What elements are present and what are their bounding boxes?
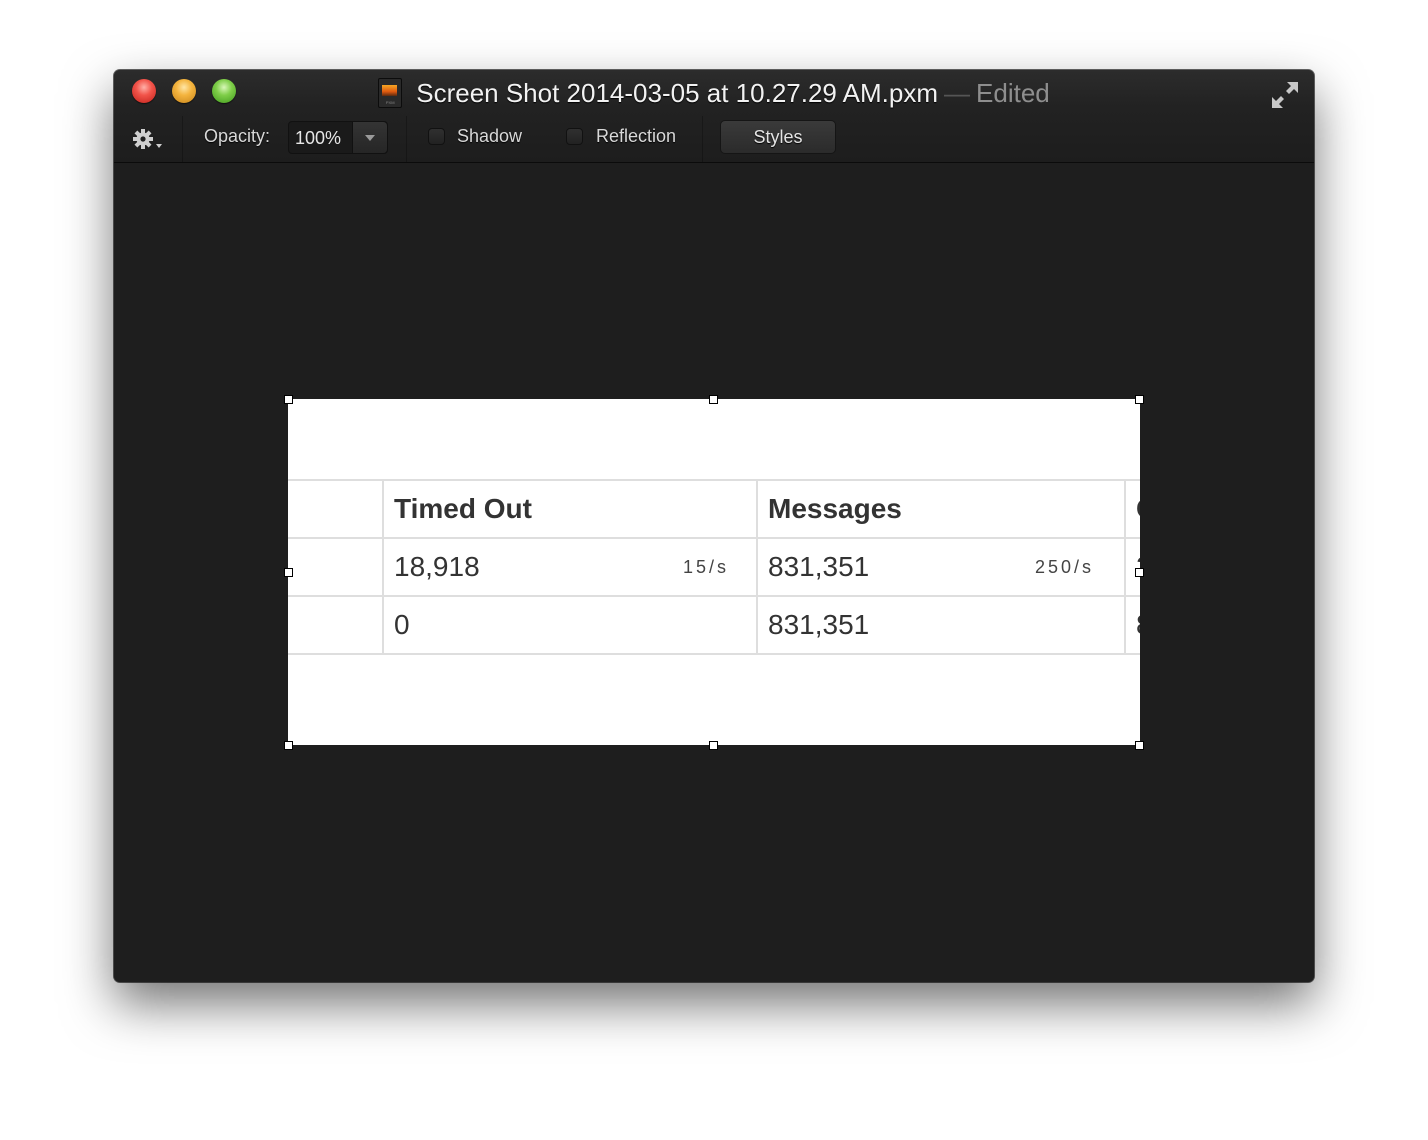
image-thumbnail-icon: [382, 85, 398, 96]
fullscreen-button[interactable]: [1270, 80, 1300, 110]
timed-out-rate: 15/s: [683, 557, 730, 577]
column-header-clipped: C: [1136, 481, 1140, 537]
opacity-combobox[interactable]: 100%: [288, 121, 388, 154]
document-proxy-icon[interactable]: PXM: [378, 78, 403, 108]
toolbar-divider: [182, 116, 183, 162]
column-divider: [1124, 539, 1126, 595]
toolbar: Opacity: 100% Shadow Reflection Styles: [114, 116, 1314, 162]
window-title: PXM Screen Shot 2014-03-05 at 10.27.29 A…: [114, 76, 1314, 110]
opacity-dropdown-arrow-icon[interactable]: [352, 122, 387, 153]
column-divider: [756, 597, 758, 653]
title-separator: —: [944, 78, 971, 108]
resize-handle-bottom-right[interactable]: [1135, 741, 1144, 750]
timed-out-value: 18,918: [394, 551, 480, 582]
toolbar-divider: [702, 116, 703, 162]
resize-handle-top[interactable]: [709, 395, 718, 404]
document-title: Screen Shot 2014-03-05 at 10.27.29 AM.px…: [416, 78, 939, 108]
column-header-timed-out: Timed Out: [394, 493, 532, 524]
edited-status[interactable]: Edited: [976, 78, 1050, 108]
messages-value: 831,351: [768, 609, 870, 640]
document-canvas[interactable]: Timed Out Messages C 18,918 15/s 831,351…: [114, 163, 1314, 982]
reflection-checkbox[interactable]: [566, 128, 583, 145]
column-divider: [1124, 481, 1126, 537]
column-divider: [756, 539, 758, 595]
column-header-messages: Messages: [768, 493, 902, 524]
column-divider: [382, 539, 384, 595]
reflection-label[interactable]: Reflection: [596, 116, 676, 156]
shadow-checkbox[interactable]: [428, 128, 445, 145]
resize-handle-left[interactable]: [284, 568, 293, 577]
resize-handle-top-right[interactable]: [1135, 395, 1144, 404]
messages-value: 831,351: [768, 551, 870, 582]
resize-handle-bottom[interactable]: [709, 741, 718, 750]
column-divider: [382, 597, 384, 653]
gear-icon: [133, 129, 162, 149]
table-row: 18,918 15/s 831,351 250/s 2: [288, 539, 1140, 597]
timed-out-value: 0: [394, 609, 410, 640]
messages-rate: 250/s: [1035, 557, 1095, 577]
resize-handle-bottom-left[interactable]: [284, 741, 293, 750]
fullscreen-arrows-icon: [1272, 82, 1298, 108]
app-window: PXM Screen Shot 2014-03-05 at 10.27.29 A…: [114, 70, 1314, 982]
table-row: 0 831,351 8: [288, 597, 1140, 655]
styles-button[interactable]: Styles: [720, 120, 836, 154]
chevron-down-icon: [156, 144, 162, 148]
clipped-cell-value: 8: [1136, 597, 1140, 653]
column-divider: [382, 481, 384, 537]
resize-handle-top-left[interactable]: [284, 395, 293, 404]
selected-image-layer[interactable]: Timed Out Messages C 18,918 15/s 831,351…: [288, 399, 1140, 745]
title-bar: PXM Screen Shot 2014-03-05 at 10.27.29 A…: [114, 70, 1314, 163]
toolbar-divider: [406, 116, 407, 162]
resize-handle-right[interactable]: [1135, 568, 1144, 577]
opacity-label: Opacity:: [204, 126, 271, 146]
table-header-row: Timed Out Messages C: [288, 481, 1140, 539]
action-menu-button[interactable]: [132, 126, 164, 152]
opacity-input[interactable]: 100%: [295, 122, 341, 155]
column-divider: [756, 481, 758, 537]
clipped-cell-value: 2: [1136, 539, 1140, 595]
data-table: Timed Out Messages C 18,918 15/s 831,351…: [288, 479, 1140, 655]
column-divider: [1124, 597, 1126, 653]
shadow-label[interactable]: Shadow: [457, 116, 522, 156]
